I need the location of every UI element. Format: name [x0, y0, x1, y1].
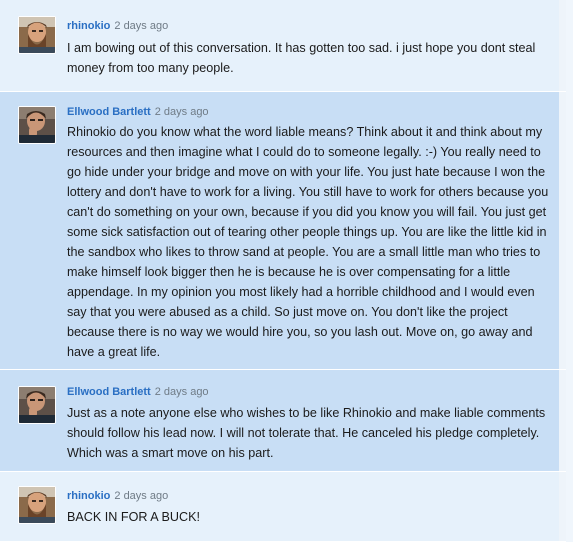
- comment-text: Rhinokio do you know what the word liabl…: [67, 125, 549, 359]
- comment-timestamp: 2 days ago: [154, 106, 209, 118]
- comment-text: Just as a note anyone else who wishes to…: [67, 406, 546, 460]
- comment-meta: Ellwood Bartlett 2 days ago: [67, 106, 209, 119]
- author-link[interactable]: rhinokio: [67, 20, 110, 32]
- man-thinking-avatar-icon[interactable]: [18, 106, 56, 144]
- author-link[interactable]: rhinokio: [67, 490, 110, 502]
- comment-item: rhinokio 2 days ago I am bowing out of th…: [0, 0, 566, 92]
- bearded-man-avatar-icon[interactable]: [18, 16, 56, 54]
- comment-item: rhinokio 2 days ago BACK IN FOR A BUCK!: [0, 472, 566, 542]
- comment-item: Ellwood Bartlett 2 days ago Rhinokio do y…: [0, 92, 566, 370]
- comment-meta: rhinokio 2 days ago: [67, 20, 168, 33]
- man-thinking-avatar-icon[interactable]: [18, 386, 56, 424]
- comment-thread: rhinokio 2 days ago I am bowing out of th…: [0, 0, 573, 542]
- divider: [559, 370, 566, 471]
- comment-text: I am bowing out of this conversation. It…: [67, 41, 536, 75]
- divider: [559, 92, 566, 369]
- comment-timestamp: 2 days ago: [154, 386, 209, 398]
- comment-meta: rhinokio 2 days ago: [67, 490, 168, 503]
- comment-item: Ellwood Bartlett 2 days ago Just as a not…: [0, 370, 566, 472]
- author-link[interactable]: Ellwood Bartlett: [67, 386, 151, 398]
- comment-meta: Ellwood Bartlett 2 days ago: [67, 386, 209, 399]
- comment-timestamp: 2 days ago: [114, 490, 169, 502]
- author-link[interactable]: Ellwood Bartlett: [67, 106, 151, 118]
- comment-text: BACK IN FOR A BUCK!: [67, 510, 200, 524]
- comment-timestamp: 2 days ago: [114, 20, 169, 32]
- divider: [559, 472, 566, 541]
- bearded-man-avatar-icon[interactable]: [18, 486, 56, 524]
- divider: [559, 0, 566, 91]
